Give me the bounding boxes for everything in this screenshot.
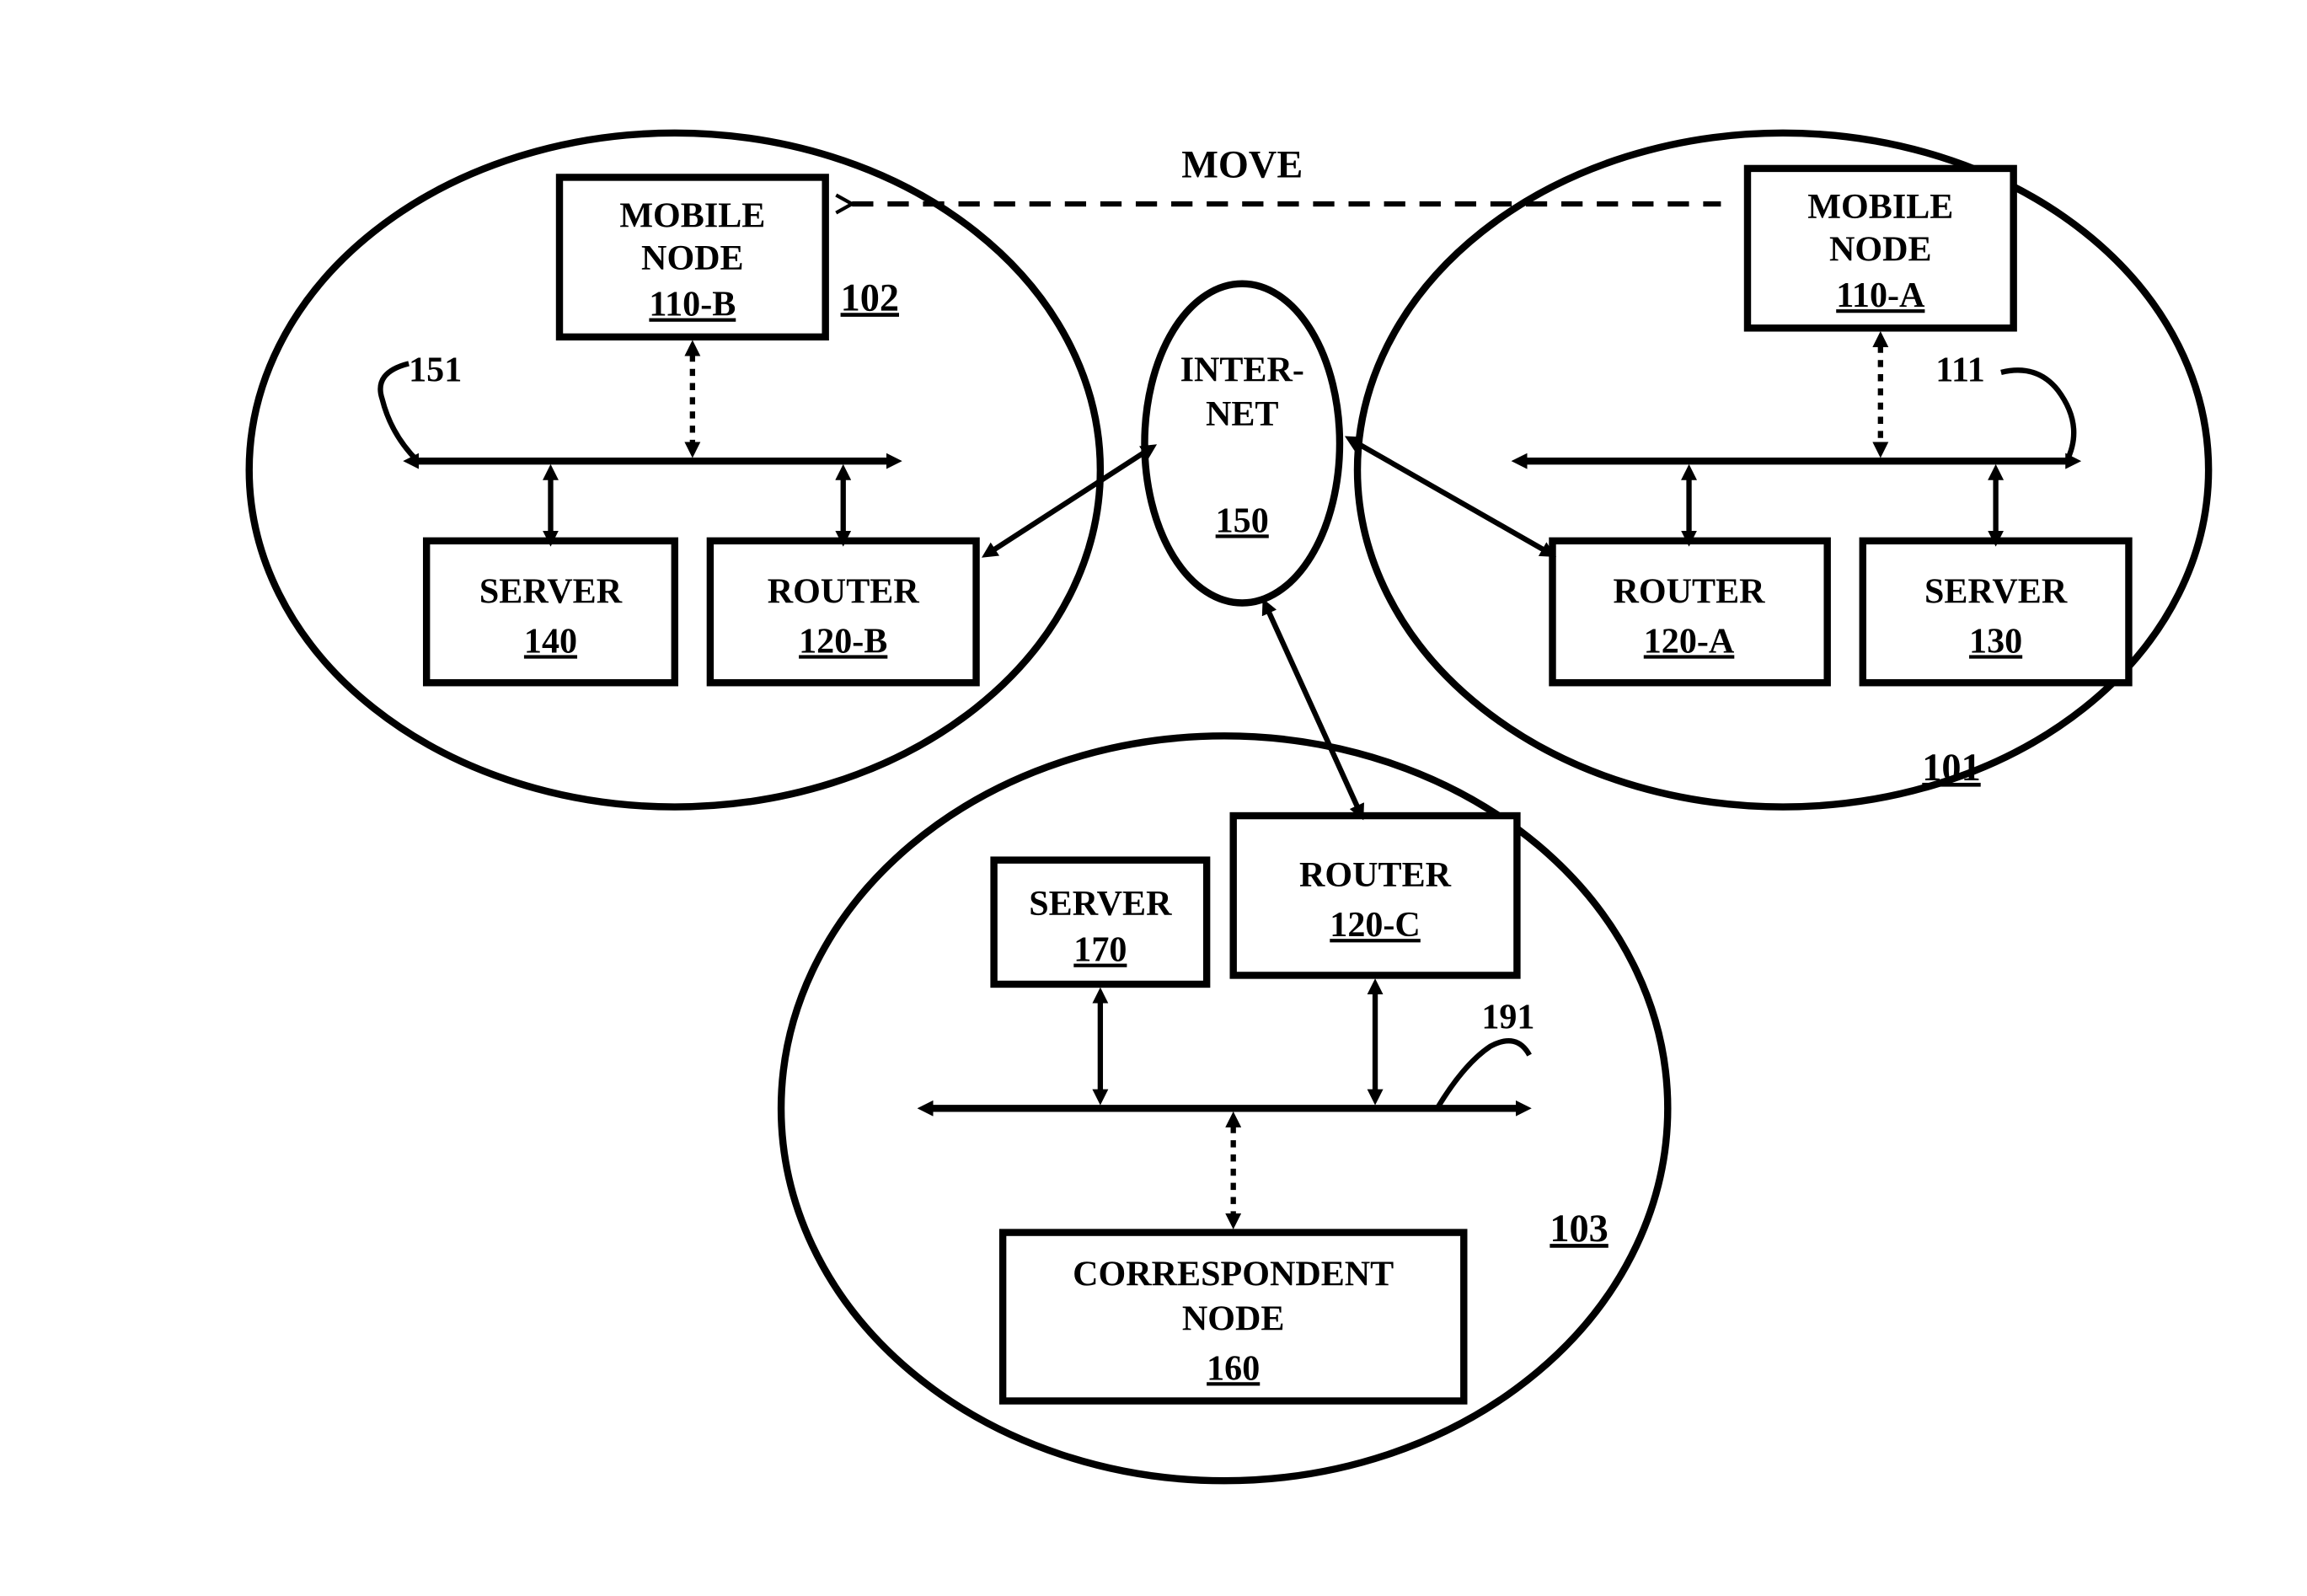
server-170: SERVER 170 bbox=[994, 860, 1207, 984]
network-a-zone-num: 101 bbox=[1922, 747, 1980, 790]
move-label: MOVE bbox=[1181, 143, 1303, 186]
network-c-zone: 103 ROUTER 120-C SERVER 170 191 CORRESPO… bbox=[781, 736, 1667, 1481]
mobile-node-b: MOBILE NODE 110-B bbox=[559, 177, 826, 336]
svg-text:140: 140 bbox=[524, 622, 577, 661]
svg-text:MOBILE: MOBILE bbox=[619, 196, 765, 235]
svg-text:CORRESPONDENT: CORRESPONDENT bbox=[1073, 1256, 1394, 1294]
svg-text:150: 150 bbox=[1216, 501, 1269, 540]
network-b-zone: 102 151 MOBILE NODE 110-B SERVER 140 ROU… bbox=[249, 133, 1100, 807]
svg-text:NODE: NODE bbox=[1829, 230, 1932, 269]
svg-text:MOBILE: MOBILE bbox=[1807, 188, 1953, 227]
router-120-a: ROUTER 120-A bbox=[1553, 541, 1828, 683]
link-internet-router-b bbox=[994, 453, 1145, 550]
svg-text:SERVER: SERVER bbox=[1029, 885, 1172, 924]
network-a-zone: 101 111 MOBILE NODE 110-A ROUTER 120-A S… bbox=[1357, 133, 2208, 807]
svg-text:ROUTER: ROUTER bbox=[1614, 573, 1766, 612]
svg-text:ROUTER: ROUTER bbox=[768, 573, 920, 612]
network-a-bus-num: 111 bbox=[1935, 351, 1984, 389]
svg-text:SERVER: SERVER bbox=[1924, 573, 2068, 612]
server-130: SERVER 130 bbox=[1863, 541, 2129, 683]
network-c-bus-leader bbox=[1437, 1041, 1529, 1108]
svg-text:INTER-: INTER- bbox=[1180, 351, 1304, 389]
network-a-bus-leader bbox=[2001, 370, 2074, 461]
network-c-zone-num: 103 bbox=[1550, 1208, 1608, 1251]
server-140: SERVER 140 bbox=[426, 541, 675, 683]
svg-text:ROUTER: ROUTER bbox=[1299, 856, 1452, 895]
svg-text:110-A: 110-A bbox=[1836, 276, 1925, 315]
svg-text:NET: NET bbox=[1206, 395, 1279, 434]
internet-cloud: INTER- NET 150 bbox=[1144, 284, 1339, 603]
svg-text:NODE: NODE bbox=[641, 239, 744, 278]
svg-text:110-B: 110-B bbox=[649, 286, 736, 324]
svg-text:120-B: 120-B bbox=[799, 622, 887, 661]
router-120-b: ROUTER 120-B bbox=[710, 541, 977, 683]
network-c-bus-num: 191 bbox=[1481, 999, 1534, 1037]
svg-text:160: 160 bbox=[1207, 1349, 1260, 1388]
correspondent-node: CORRESPONDENT NODE 160 bbox=[1003, 1233, 1464, 1401]
link-internet-router-a bbox=[1357, 443, 1544, 549]
network-diagram: 102 151 MOBILE NODE 110-B SERVER 140 ROU… bbox=[0, 0, 2307, 1596]
svg-text:120-C: 120-C bbox=[1330, 906, 1421, 945]
svg-text:SERVER: SERVER bbox=[479, 573, 623, 612]
network-b-bus-num: 151 bbox=[409, 351, 462, 389]
network-b-zone-num: 102 bbox=[841, 276, 899, 319]
svg-text:120-A: 120-A bbox=[1644, 622, 1735, 661]
router-120-c: ROUTER 120-C bbox=[1234, 816, 1517, 975]
link-internet-router-c bbox=[1269, 612, 1357, 806]
svg-text:170: 170 bbox=[1073, 931, 1127, 970]
svg-text:130: 130 bbox=[1969, 622, 2022, 661]
mobile-node-a: MOBILE NODE 110-A bbox=[1748, 169, 2014, 328]
svg-text:NODE: NODE bbox=[1182, 1299, 1285, 1338]
